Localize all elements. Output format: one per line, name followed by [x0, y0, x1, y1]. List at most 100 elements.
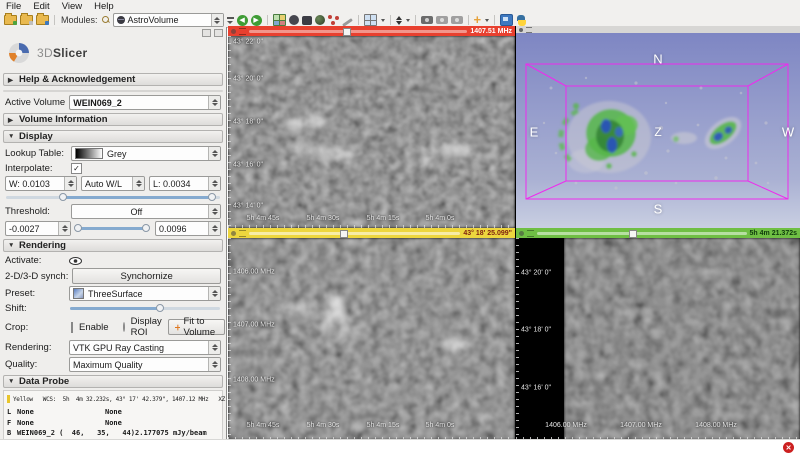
rendering-section[interactable]: ▼ Rendering — [3, 239, 223, 252]
level-spinbox[interactable]: L: 0.0034 — [149, 176, 221, 191]
slice-menu-icon[interactable] — [239, 230, 246, 237]
view-layout-area: 1407.51 MHz 43° 22' — [228, 26, 800, 440]
yellow-slice-slider[interactable] — [249, 229, 460, 237]
crop-enable-checkbox[interactable] — [71, 322, 73, 333]
wcs-readout: Yellow WCS: 5h 4m 32.232s, 43° 17' 42.37… — [13, 396, 225, 403]
threed-viewport[interactable]: N S E W Z — [516, 26, 800, 228]
lookup-table-label: Lookup Table: — [5, 148, 67, 159]
favorite-modules-icon[interactable] — [273, 14, 286, 26]
green-x-axis-labels: 1406.00 MHz1407.00 MHz1408.00 MHz — [516, 238, 800, 440]
display-roi-toggle[interactable] — [123, 322, 125, 332]
red-slice-image[interactable]: 43° 22' 0"43° 20' 0"43° 18' 0"43° 16' 0"… — [228, 36, 515, 228]
menu-file[interactable]: File — [6, 1, 21, 12]
modules-label: Modules: — [61, 15, 98, 25]
roi-module-icon[interactable] — [302, 16, 312, 25]
help-acknowledgement-section[interactable]: ▶ Help & Acknowledgement — [3, 73, 223, 86]
window-spinbox[interactable]: W: 0.0103 — [5, 176, 77, 191]
quality-selector[interactable]: Maximum Quality — [69, 357, 221, 372]
astro-sphere-icon[interactable] — [315, 15, 325, 25]
module-selector[interactable]: AstroVolume — [113, 13, 224, 27]
yellow-slice-image[interactable]: 1406.00 MHz1407.00 MHz1408.00 MHz 5h 4m … — [228, 238, 515, 440]
threshold-max-spinbox[interactable]: 0.0096 — [155, 221, 221, 236]
threshold-range-slider[interactable] — [75, 224, 151, 233]
data-probe-section[interactable]: ▼ Data Probe — [3, 375, 223, 388]
fit-crosshair-icon — [175, 323, 181, 332]
layout-dropdown-icon[interactable] — [381, 19, 385, 22]
slicer-window: File Edit View Help Modules: AstroVolume… — [0, 0, 800, 455]
pushpin-icon[interactable] — [231, 231, 236, 236]
module-back-icon[interactable]: ◀ — [237, 15, 248, 26]
shift-slider[interactable] — [69, 304, 221, 313]
astrovolume-module-icon — [117, 16, 125, 24]
active-volume-selector[interactable]: WEIN069_2 — [69, 95, 221, 110]
yellow-slice-controller[interactable]: 43° 18' 25.099" — [228, 228, 515, 238]
green-slice-offset-value: 5h 4m 21.372s — [750, 230, 797, 237]
layout-selector-icon[interactable] — [364, 14, 377, 26]
green-slice-viewport[interactable]: 5h 4m 21.372s 43° 20' 0"43° 18' 0"43° 16… — [516, 228, 800, 440]
probe-row-label-layer: L None None — [7, 407, 219, 418]
lookup-table-selector[interactable]: Grey — [71, 146, 221, 161]
module-search-icon[interactable] — [102, 16, 110, 24]
crosshair-dropdown-icon[interactable] — [485, 19, 489, 22]
load-data-icon[interactable] — [4, 15, 17, 25]
rendering-technique-selector[interactable]: VTK GPU Ray Casting — [69, 340, 221, 355]
error-log-button[interactable]: ✕ — [783, 442, 794, 453]
green-slice-image[interactable]: 43° 20' 0"43° 18' 0"43° 16' 0" 1406.00 M… — [516, 238, 800, 440]
threshold-label: Threshold: — [5, 206, 67, 217]
visibility-eye-icon[interactable] — [69, 257, 82, 265]
load-dicom-icon[interactable] — [20, 15, 33, 25]
interpolate-checkbox[interactable]: ✓ — [71, 163, 82, 174]
toolbar-separator — [358, 15, 359, 25]
toolbar-separator — [54, 15, 55, 25]
pushpin-icon[interactable] — [519, 231, 524, 236]
window-level-range-slider[interactable] — [5, 193, 221, 202]
probe-row-background-layer: B WEIN069_2 ( 46, 35, 44) 2.177075 mJy/b… — [7, 428, 219, 439]
synchronize-button[interactable]: Synchornize — [72, 268, 221, 284]
yellow-slice-viewport[interactable]: 43° 18' 25.099" 1406 — [228, 228, 515, 440]
menu-view[interactable]: View — [62, 1, 82, 12]
pushpin-icon[interactable] — [519, 28, 523, 32]
green-slice-controller[interactable]: 5h 4m 21.372s — [516, 228, 800, 238]
red-slice-controller[interactable]: 1407.51 MHz — [228, 26, 515, 36]
save-data-icon[interactable] — [36, 15, 49, 25]
yellow-x-axis-labels: 5h 4m 45s5h 4m 30s5h 4m 15s5h 4m 0s — [228, 238, 515, 440]
threshold-mode-selector[interactable]: Off — [71, 204, 221, 219]
panel-undock-icon[interactable] — [202, 29, 211, 37]
chevron-right-icon: ▶ — [8, 116, 15, 124]
shift-label: Shift: — [5, 303, 65, 314]
menu-help[interactable]: Help — [94, 1, 114, 12]
panel-close-icon[interactable] — [214, 29, 223, 37]
crosshair-icon[interactable]: + — [474, 15, 482, 25]
slice-menu-icon[interactable] — [239, 28, 246, 35]
mouse-interaction-icon[interactable] — [396, 16, 402, 25]
screenshot-icon[interactable] — [421, 16, 433, 24]
python-console-icon[interactable] — [516, 15, 527, 26]
scene-view-icon[interactable] — [436, 16, 448, 24]
slicer-logo: 3DSlicer — [3, 37, 223, 71]
volume-information-section[interactable]: ▶ Volume Information — [3, 113, 223, 126]
red-slice-slider[interactable] — [249, 27, 467, 35]
close-icon: ✕ — [786, 444, 792, 452]
menu-edit[interactable]: Edit — [33, 1, 49, 12]
scene-view-restore-icon[interactable] — [451, 16, 463, 24]
extensions-manager-icon[interactable] — [500, 14, 513, 26]
volumes-module-icon[interactable] — [289, 15, 299, 25]
threed-view-controller[interactable] — [516, 26, 800, 33]
fit-to-volume-button[interactable]: Fit to Volume — [168, 319, 226, 335]
slice-menu-icon[interactable] — [527, 230, 534, 237]
module-forward-icon[interactable]: ▶ — [251, 15, 262, 26]
threed-render-area[interactable]: N S E W Z — [516, 33, 800, 228]
preset-selector[interactable]: ThreeSurface — [69, 286, 221, 301]
green-slice-slider[interactable] — [537, 229, 747, 237]
panel-divider — [3, 90, 223, 92]
display-section[interactable]: ▼ Display — [3, 130, 223, 143]
pushpin-icon[interactable] — [231, 29, 236, 34]
mouse-mode-dropdown-icon[interactable] — [406, 19, 410, 22]
module-selector-spin[interactable] — [211, 14, 223, 26]
view-menu-icon[interactable] — [526, 27, 532, 33]
red-slice-viewport[interactable]: 1407.51 MHz 43° 22' — [228, 26, 515, 228]
module-history-icon[interactable] — [227, 17, 234, 24]
threshold-min-spinbox[interactable]: -0.0027 — [5, 221, 71, 236]
transforms-module-icon[interactable] — [328, 15, 339, 25]
wl-mode-selector[interactable]: Auto W/L — [81, 176, 145, 191]
